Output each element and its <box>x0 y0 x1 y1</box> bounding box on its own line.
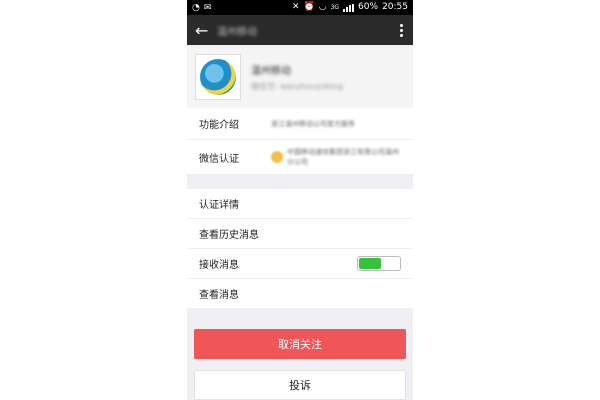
back-arrow-icon[interactable]: ← <box>195 21 217 40</box>
menu-item-view-messages[interactable]: 查看消息 <box>187 279 413 309</box>
avatar[interactable] <box>195 53 241 100</box>
unfollow-button[interactable]: 取消关注 <box>194 329 406 359</box>
wifi-signal-icon: ◡ <box>318 2 327 12</box>
receive-messages-toggle[interactable] <box>357 256 401 271</box>
verified-badge-icon <box>271 151 283 163</box>
intro-value: 浙江温州移动公司官方服务 <box>271 119 355 128</box>
intro-label: 功能介绍 <box>199 120 239 131</box>
status-bar: ◔ ✉ ✕ ⏰ ◡ 3G 60% 20:55 <box>187 0 413 15</box>
phone-screen: ◔ ✉ ✕ ⏰ ◡ 3G 60% 20:55 ← 温州移动 温州移动 微信号: … <box>187 0 413 400</box>
cert-row: 微信认证 中国移动通信集团浙江有限公司温州分公司 <box>187 140 413 175</box>
alarm-icon: ⏰ <box>303 2 315 12</box>
menu-item-history[interactable]: 查看历史消息 <box>187 219 413 249</box>
more-options-icon[interactable] <box>398 23 405 37</box>
account-name: 温州移动 <box>251 65 291 77</box>
cert-label: 微信认证 <box>199 153 239 165</box>
status-left: ◔ ✉ <box>192 3 211 13</box>
menu-item-label: 认证详情 <box>199 200 239 211</box>
network-label: 3G <box>330 4 340 11</box>
cert-value: 中国移动通信集团浙江有限公司温州分公司 <box>287 148 399 166</box>
profile-text: 温州移动 微信号: wenzhouyidong <box>251 62 343 92</box>
time-text: 20:55 <box>382 2 408 12</box>
cert-value-wrap: 中国移动通信集团浙江有限公司温州分公司 <box>271 147 401 167</box>
mute-icon: ✕ <box>291 2 300 12</box>
profile-header: 温州移动 微信号: wenzhouyidong <box>187 45 413 108</box>
notification-icon: ✉ <box>203 2 212 13</box>
status-right: ✕ ⏰ ◡ 3G 60% 20:55 <box>292 0 408 15</box>
battery-text: 60% <box>358 2 379 12</box>
account-id: 微信号: wenzhouyidong <box>251 81 344 91</box>
toggle-on-indicator <box>359 258 381 269</box>
wifi-icon: ◔ <box>192 2 200 13</box>
menu-item-cert-details[interactable]: 认证详情 <box>187 189 413 219</box>
report-button[interactable]: 投诉 <box>194 370 406 400</box>
page-title: 温州移动 <box>217 26 257 38</box>
menu-item-label: 接收消息 <box>199 260 239 271</box>
menu-item-label: 查看消息 <box>199 290 239 301</box>
menu-item-label: 查看历史消息 <box>199 230 259 241</box>
menu-item-receive-messages: 接收消息 <box>187 249 413 279</box>
china-mobile-logo-icon <box>200 58 236 95</box>
action-buttons: 取消关注 投诉 <box>187 309 413 400</box>
signal-icon <box>343 3 355 12</box>
intro-row: 功能介绍 浙江温州移动公司官方服务 <box>187 108 413 140</box>
title-bar: ← 温州移动 <box>187 15 413 45</box>
